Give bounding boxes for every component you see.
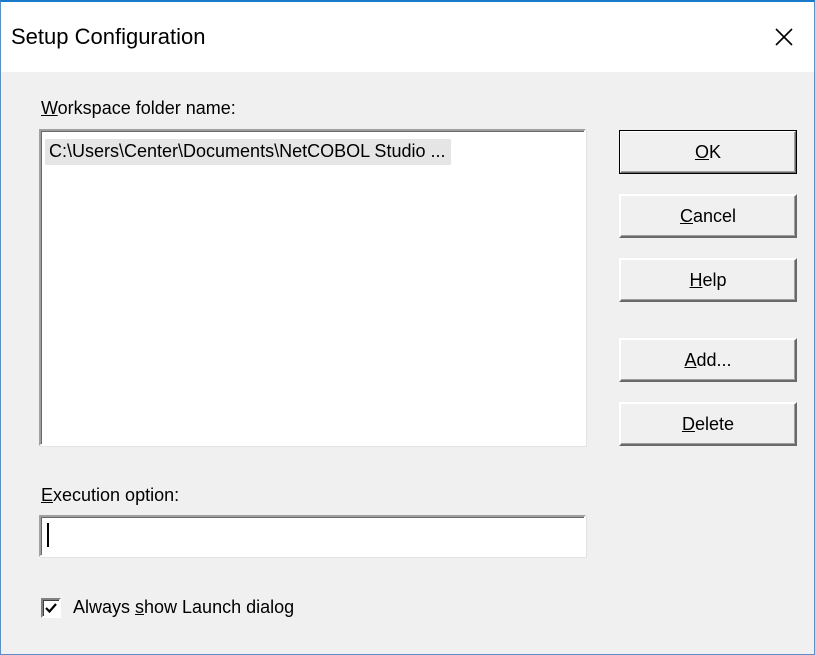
text-caret [47,523,49,547]
delete-button[interactable]: Delete [619,402,797,446]
execution-option-label: Execution option: [41,485,180,505]
close-button[interactable] [754,2,814,72]
execution-option-field[interactable] [39,515,586,557]
checkmark-icon [45,603,57,614]
setup-configuration-dialog: Setup Configuration Workspace folder nam… [0,0,815,655]
workspace-folder-list[interactable]: C:\Users\Center\Documents\NetCOBOL Studi… [39,129,586,446]
add-button[interactable]: Add... [619,338,797,382]
list-item[interactable]: C:\Users\Center\Documents\NetCOBOL Studi… [45,139,452,165]
help-button[interactable]: Help [619,258,797,302]
close-icon [775,28,793,46]
cancel-button[interactable]: Cancel [619,194,797,238]
workspace-folder-label: Workspace folder name: [41,98,236,118]
always-show-launch-checkbox[interactable] [41,598,61,618]
dialog-title: Setup Configuration [11,24,206,49]
title-bar[interactable]: Setup Configuration [1,2,814,72]
execution-option-input[interactable] [43,519,578,551]
ok-button[interactable]: OK [619,130,797,174]
always-show-launch-label[interactable]: Always show Launch dialog [73,597,294,618]
